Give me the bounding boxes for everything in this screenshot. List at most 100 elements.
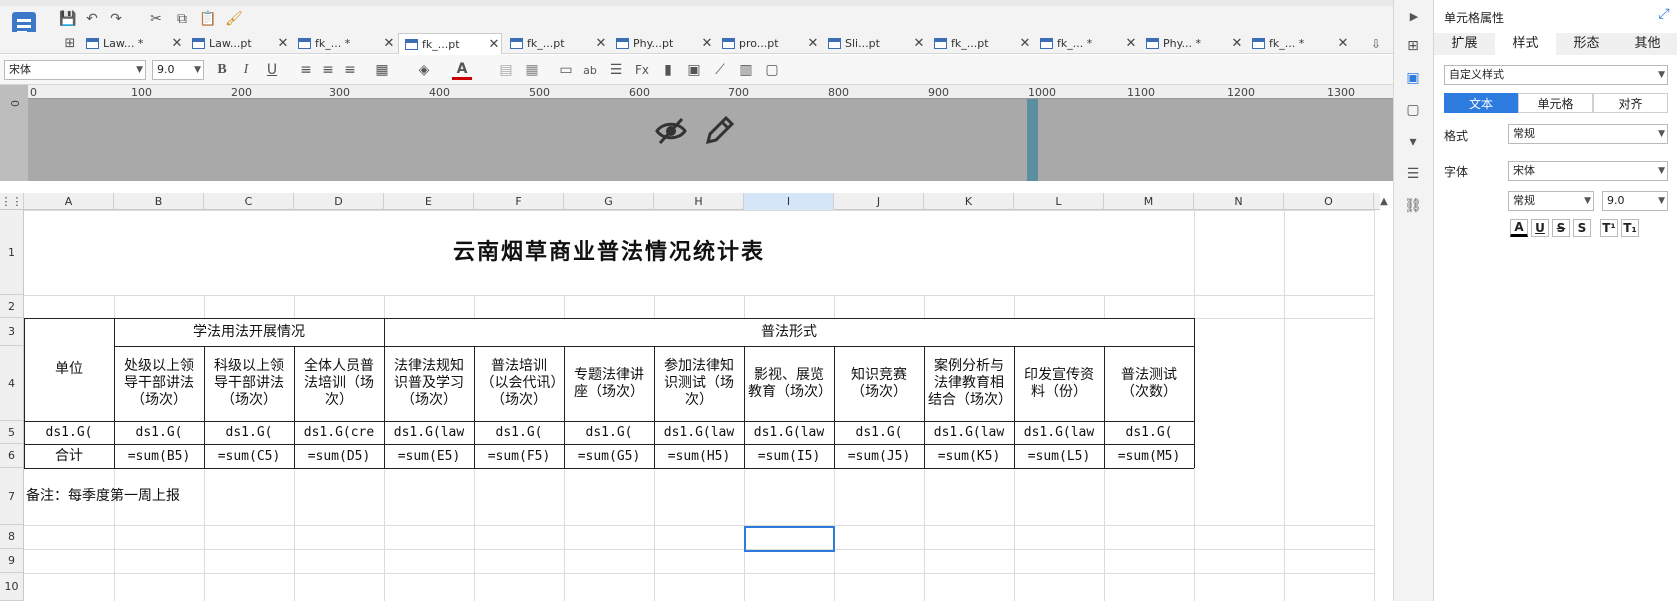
data-cell[interactable]: ds1.G(law — [744, 421, 834, 444]
formula-cell[interactable]: =sum(B5) — [114, 444, 204, 468]
font-color-button[interactable]: A — [1510, 219, 1528, 237]
tab-form[interactable]: 形态 — [1556, 33, 1617, 55]
close-icon[interactable]: ✕ — [170, 36, 184, 51]
formula-cell[interactable]: =sum(H5) — [654, 444, 744, 468]
column-header[interactable]: H — [654, 193, 744, 210]
border-icon[interactable]: ▦ — [372, 60, 392, 80]
tab-file-10[interactable]: fk_... * ✕ — [1034, 33, 1138, 54]
formula-cell[interactable]: =sum(F5) — [474, 444, 564, 468]
column-header[interactable]: E — [384, 193, 474, 210]
panel-font-size-select[interactable]: 9.0 ▼ — [1602, 191, 1668, 211]
scroll-up-icon[interactable]: ▲ — [1374, 191, 1394, 211]
subheader-cell[interactable]: 专题法律讲座（场次） — [568, 346, 650, 421]
float-element-icon[interactable]: ▢ — [1403, 100, 1423, 120]
column-header[interactable]: M — [1104, 193, 1194, 210]
subheader-cell[interactable]: 法律法规知识普及学习（场次） — [388, 346, 470, 421]
more-icon[interactable]: ▢ — [762, 60, 782, 80]
formula-cell[interactable]: =sum(I5) — [744, 444, 834, 468]
save-icon[interactable]: 💾 — [58, 9, 78, 29]
formula-cell[interactable]: =sum(G5) — [564, 444, 654, 468]
formula-cell[interactable]: =sum(E5) — [384, 444, 474, 468]
formula-icon[interactable]: Fx — [632, 60, 652, 80]
tab-file-2[interactable]: Law...pt ✕ — [186, 33, 290, 54]
redo-icon[interactable]: ↷ — [106, 9, 126, 29]
subheader-cell[interactable]: 参加法律知识测试（场次） — [658, 346, 740, 421]
tab-file-6[interactable]: Phy...pt ✕ — [610, 33, 714, 54]
column-header[interactable]: L — [1014, 193, 1104, 210]
close-icon[interactable]: ✕ — [594, 36, 608, 51]
pin-icon[interactable]: ⤢ — [1654, 4, 1674, 24]
subreport-icon[interactable]: ▥ — [736, 60, 756, 80]
subheader-cell[interactable]: 普法培训（以会代讯）（场次） — [478, 346, 560, 421]
insert-row-icon[interactable]: ▭ — [556, 60, 576, 80]
paragraph-icon[interactable]: ☰ — [606, 60, 626, 80]
row-header[interactable]: 1 — [0, 210, 24, 295]
data-cell[interactable]: ds1.G( — [1104, 421, 1194, 444]
subscript-button[interactable]: T₁ — [1621, 219, 1639, 237]
column-header[interactable]: K — [924, 193, 1014, 210]
subheader-cell[interactable]: 印发宣传资料（份） — [1018, 346, 1100, 421]
strikethrough-button[interactable]: S — [1552, 219, 1570, 237]
cell-element-icon[interactable]: ⊞ — [1403, 36, 1423, 56]
underline-button[interactable]: U — [1531, 219, 1549, 237]
close-icon[interactable]: ✕ — [700, 36, 714, 51]
bold-icon[interactable]: B — [212, 60, 232, 80]
slash-icon[interactable]: ⟋ — [710, 60, 730, 80]
merge-icon[interactable]: ▤ — [496, 60, 516, 80]
close-icon[interactable]: ✕ — [1018, 36, 1032, 51]
unmerge-icon[interactable]: ▦ — [522, 60, 542, 80]
formula-cell[interactable]: =sum(K5) — [924, 444, 1014, 468]
chart-icon[interactable]: ▮ — [658, 60, 678, 80]
row-header[interactable]: 7 — [0, 468, 24, 525]
report-title[interactable]: 云南烟草商业普法情况统计表 — [24, 210, 1194, 295]
data-cell[interactable]: ds1.G( — [204, 421, 294, 444]
tab-file-9[interactable]: fk_...pt ✕ — [928, 33, 1032, 54]
data-cell[interactable]: ds1.G(law — [1014, 421, 1104, 444]
undo-icon[interactable]: ↶ — [82, 9, 102, 29]
segment-align[interactable]: 对齐 — [1593, 93, 1668, 113]
data-cell[interactable]: ds1.G( — [114, 421, 204, 444]
column-header[interactable]: A — [24, 193, 114, 210]
italic-icon[interactable]: I — [236, 60, 256, 80]
subheader-cell[interactable]: 影视、展览教育（场次） — [748, 346, 832, 421]
column-header[interactable]: J — [834, 193, 924, 210]
total-label-cell[interactable]: 合计 — [24, 444, 114, 468]
font-color-icon[interactable]: A — [452, 60, 472, 80]
data-cell[interactable]: ds1.G(law — [384, 421, 474, 444]
superscript-button[interactable]: T¹ — [1600, 219, 1618, 237]
row-header[interactable]: 5 — [0, 421, 24, 444]
note-cell[interactable]: 备注：每季度第一周上报 — [26, 468, 366, 525]
subheader-cell[interactable]: 全体人员普法培训（场次） — [298, 346, 380, 421]
column-header[interactable]: D — [294, 193, 384, 210]
row-header[interactable]: 10 — [0, 573, 24, 601]
subheader-cell[interactable]: 知识竞赛（场次） — [838, 346, 920, 421]
group-header-cell[interactable]: 普法形式 — [384, 318, 1194, 346]
subheader-cell[interactable]: 普法测试（次数） — [1108, 346, 1190, 421]
close-icon[interactable]: ✕ — [382, 36, 396, 51]
close-icon[interactable]: ✕ — [276, 36, 290, 51]
column-header[interactable]: B — [114, 193, 204, 210]
unit-header-cell[interactable]: 单位 — [24, 318, 114, 421]
panel-font-select[interactable]: 宋体 ▼ — [1508, 161, 1668, 181]
tab-file-11[interactable]: Phy... * ✕ — [1140, 33, 1244, 54]
row-header[interactable]: 6 — [0, 444, 24, 468]
row-header[interactable]: 3 — [0, 318, 24, 346]
formula-cell[interactable]: =sum(D5) — [294, 444, 384, 468]
close-icon[interactable]: ✕ — [1336, 36, 1350, 51]
font-size-select[interactable]: 9.0 ▼ — [152, 60, 204, 80]
tab-menu-icon[interactable]: ⇩ — [1366, 34, 1386, 54]
collapse-icon[interactable]: ▶ — [1404, 6, 1424, 26]
column-header[interactable]: O — [1284, 193, 1374, 210]
tab-style[interactable]: 样式 — [1495, 33, 1556, 55]
tab-file-8[interactable]: Sli...pt ✕ — [822, 33, 926, 54]
row-header[interactable]: 2 — [0, 295, 24, 318]
subheader-cell[interactable]: 案例分析与法律教育相结合（场次） — [928, 346, 1012, 421]
tab-file-5[interactable]: fk_...pt ✕ — [504, 33, 608, 54]
tab-expand[interactable]: 扩展 — [1434, 33, 1495, 55]
column-header[interactable]: F — [474, 193, 564, 210]
image-icon[interactable]: ▣ — [684, 60, 704, 80]
cell-attribute-icon[interactable]: ▣ — [1403, 68, 1423, 88]
subheader-cell[interactable]: 科级以上领导干部讲法（场次） — [208, 346, 290, 421]
data-cell[interactable]: ds1.G(law — [654, 421, 744, 444]
group-header-cell[interactable]: 学法用法开展情况 — [114, 318, 384, 346]
